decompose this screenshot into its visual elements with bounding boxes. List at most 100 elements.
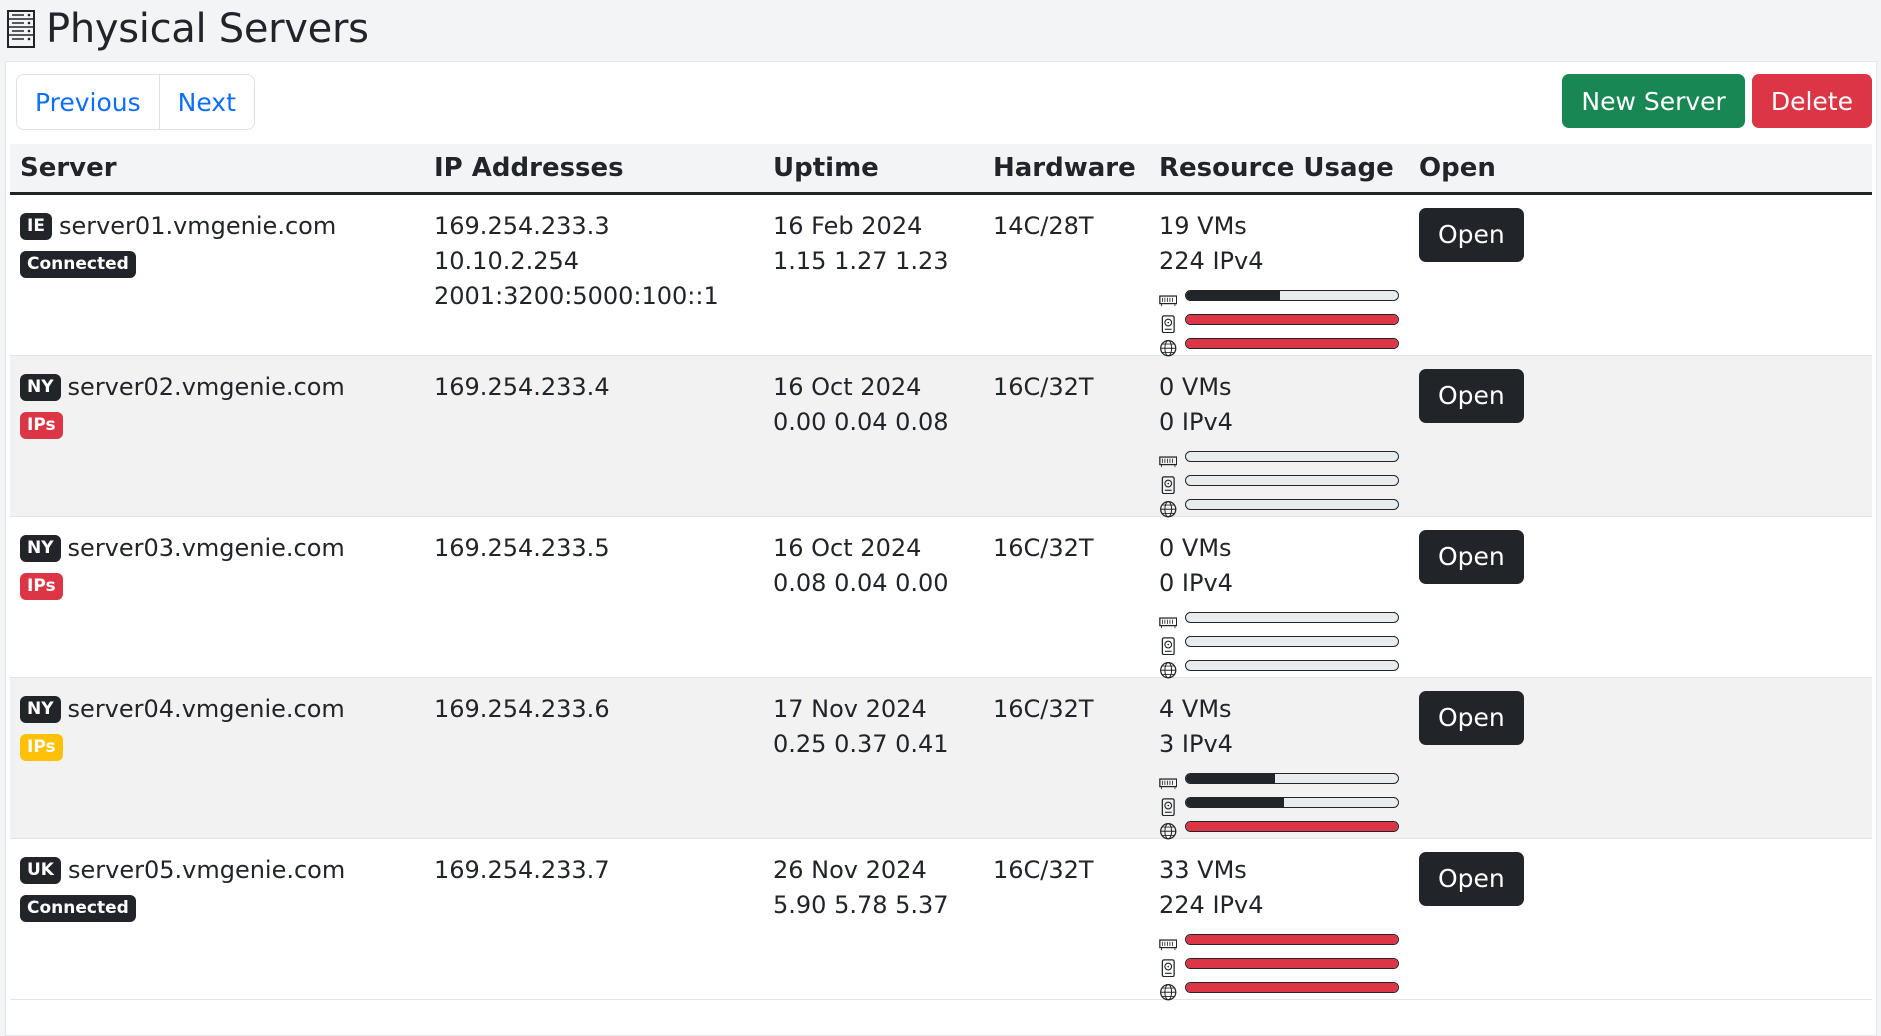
memory-icon [1159, 928, 1178, 950]
ipv4-count: 224 IPv4 [1159, 891, 1264, 919]
status-badge: IPs [20, 412, 63, 439]
table-body: IE server01.vmgenie.com Connected 169.25… [10, 193, 1872, 1000]
uptime-cell: 16 Oct 2024 0.00 0.04 0.08 [763, 355, 983, 517]
usage-bar-row [1159, 975, 1399, 1000]
resource-cell: 33 VMs 224 IPv4 [1149, 838, 1409, 1000]
table-row: NY server03.vmgenie.com IPs 169.254.233.… [10, 516, 1872, 678]
server-name: server05.vmgenie.com [67, 856, 346, 884]
usage-bar-row [1159, 605, 1399, 629]
usage-bar-row [1159, 331, 1399, 356]
load-average: 0.00 0.04 0.08 [773, 408, 949, 436]
next-button[interactable]: Next [158, 75, 254, 129]
new-server-button[interactable]: New Server [1562, 74, 1745, 128]
open-button[interactable]: Open [1419, 691, 1524, 745]
status-badge: IPs [20, 734, 63, 761]
status-badge: Connected [20, 895, 136, 922]
usage-bar [1185, 957, 1399, 969]
server-name: server02.vmgenie.com [67, 373, 345, 401]
uptime-date: 16 Feb 2024 [773, 212, 923, 240]
header-hardware: Hardware [983, 144, 1149, 195]
servers-table: Server IP Addresses Uptime Hardware Reso… [10, 144, 1872, 1000]
usage-bar-row [1159, 307, 1399, 333]
server-name: server04.vmgenie.com [67, 695, 345, 723]
usage-bar [1185, 611, 1399, 623]
location-badge: NY [20, 696, 61, 723]
open-button[interactable]: Open [1419, 208, 1524, 262]
usage-bar [1185, 659, 1399, 671]
usage-bar-fill [1186, 338, 1398, 348]
globe-icon [1159, 493, 1177, 517]
header-ip-addresses: IP Addresses [424, 144, 763, 195]
uptime-cell: 17 Nov 2024 0.25 0.37 0.41 [763, 677, 983, 839]
open-button[interactable]: Open [1419, 530, 1524, 584]
hardware-spec: 14C/28T [993, 212, 1094, 240]
open-cell: Open [1409, 677, 1872, 839]
usage-bar [1185, 820, 1399, 832]
header-server: Server [10, 144, 424, 195]
previous-button[interactable]: Previous [17, 75, 159, 129]
ipv4-count: 224 IPv4 [1159, 247, 1264, 275]
header-open: Open [1409, 144, 1872, 195]
usage-bar-fill [1186, 934, 1398, 944]
uptime-cell: 16 Feb 2024 1.15 1.27 1.23 [763, 193, 983, 356]
usage-bar [1185, 635, 1399, 647]
ip-address: 169.254.233.3 [434, 212, 610, 240]
header-uptime: Uptime [763, 144, 983, 195]
hardware-cell: 16C/32T [983, 516, 1149, 678]
usage-bar-fill [1186, 982, 1398, 992]
hardware-cell: 16C/32T [983, 677, 1149, 839]
usage-bar-fill [1186, 797, 1284, 807]
resource-bars [1159, 444, 1399, 517]
page-header: Physical Servers [0, 0, 1881, 58]
hardware-spec: 16C/32T [993, 534, 1094, 562]
disk-icon [1159, 791, 1177, 816]
toolbar: Previous Next New Server Delete [6, 62, 1876, 142]
delete-button[interactable]: Delete [1751, 74, 1872, 128]
resource-cell: 4 VMs 3 IPv4 [1149, 677, 1409, 839]
ipv4-count: 0 IPv4 [1159, 408, 1233, 436]
resource-bars [1159, 766, 1399, 839]
uptime-cell: 26 Nov 2024 5.90 5.78 5.37 [763, 838, 983, 1000]
usage-bar [1185, 474, 1399, 486]
hardware-cell: 14C/28T [983, 193, 1149, 356]
usage-bar-fill [1186, 314, 1398, 324]
usage-bar-row [1159, 492, 1399, 517]
usage-bar [1185, 981, 1399, 993]
vm-count: 0 VMs [1159, 373, 1232, 401]
server-name: server03.vmgenie.com [67, 534, 345, 562]
usage-bar-row [1159, 766, 1399, 790]
resource-bars [1159, 283, 1399, 356]
ip-address: 169.254.233.7 [434, 856, 610, 884]
open-button[interactable]: Open [1419, 852, 1524, 906]
disk-icon [1159, 952, 1177, 977]
usage-bar-fill [1186, 958, 1398, 968]
location-badge: UK [20, 857, 61, 884]
memory-icon [1159, 445, 1178, 467]
usage-bar [1185, 498, 1399, 510]
hardware-spec: 16C/32T [993, 856, 1094, 884]
vm-count: 33 VMs [1159, 856, 1247, 884]
open-cell: Open [1409, 516, 1872, 678]
header-resource-usage: Resource Usage [1149, 144, 1409, 195]
server-cell: NY server04.vmgenie.com IPs [10, 677, 424, 839]
uptime-cell: 16 Oct 2024 0.08 0.04 0.00 [763, 516, 983, 678]
ip-cell: 169.254.233.6 [424, 677, 763, 839]
uptime-date: 17 Nov 2024 [773, 695, 927, 723]
disk-icon [1159, 630, 1177, 655]
load-average: 5.90 5.78 5.37 [773, 891, 949, 919]
location-badge: NY [20, 535, 61, 562]
ipv4-count: 0 IPv4 [1159, 569, 1233, 597]
resource-bars [1159, 605, 1399, 678]
usage-bar-fill [1186, 290, 1280, 300]
usage-bar-row [1159, 283, 1399, 307]
load-average: 0.08 0.04 0.00 [773, 569, 949, 597]
memory-icon [1159, 606, 1178, 628]
ip-address: 2001:3200:5000:100::1 [434, 282, 719, 310]
usage-bar [1185, 772, 1399, 784]
usage-bar-row [1159, 653, 1399, 678]
ip-cell: 169.254.233.3 10.10.2.254 2001:3200:5000:1… [424, 193, 763, 356]
table-row: IE server01.vmgenie.com Connected 169.25… [10, 193, 1872, 356]
open-button[interactable]: Open [1419, 369, 1524, 423]
ipv4-count: 3 IPv4 [1159, 730, 1233, 758]
vm-count: 0 VMs [1159, 534, 1232, 562]
